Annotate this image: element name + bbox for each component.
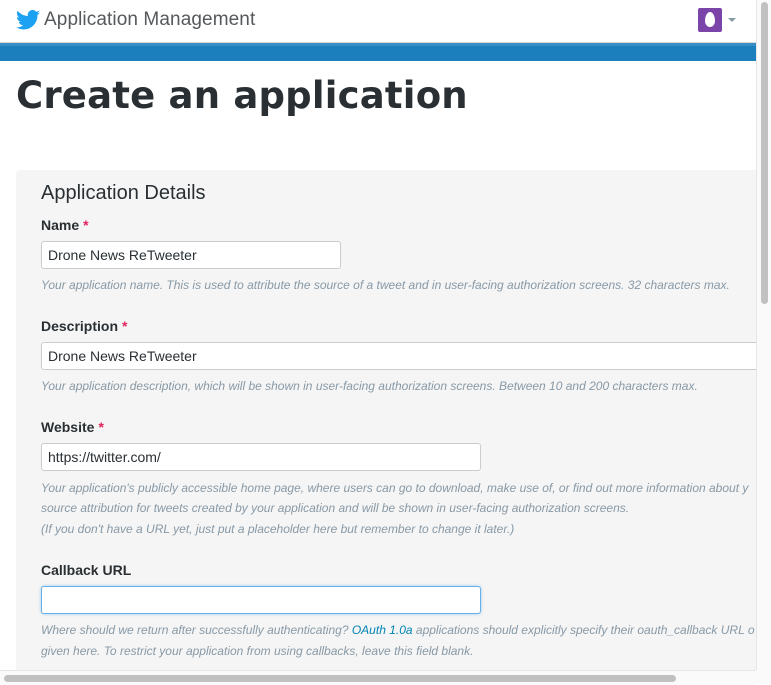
caret-down-icon[interactable] [728,18,736,22]
website-help-line-1: Your application's publicly accessible h… [41,481,749,495]
vertical-scrollbar[interactable] [756,0,771,670]
required-marker: * [122,318,128,334]
description-input[interactable] [41,342,756,370]
required-marker: * [83,217,89,233]
required-marker: * [98,419,104,435]
callback-help-suffix: applications should explicitly specify t… [415,623,755,637]
oauth-link[interactable]: OAuth 1.0a [352,623,413,637]
name-input[interactable] [41,241,341,269]
egg-shape [705,12,715,27]
callback-url-label: Callback URL [41,562,131,578]
description-help-text: Your application description, which will… [41,379,698,393]
callback-help-line-1: Where should we return after successfull… [41,621,755,639]
top-navigation-bar: Application Management [0,0,756,43]
name-help-text: Your application name. This is used to a… [41,278,730,292]
name-label-text: Name [41,217,80,233]
horizontal-scrollbar[interactable] [0,670,756,685]
scrollbar-corner [756,670,771,684]
callback-help-prefix: Where should we return after successfull… [41,623,349,637]
egg-avatar-icon[interactable] [698,8,722,32]
horizontal-scrollbar-thumb[interactable] [4,675,676,682]
callback-help-line-2: given here. To restrict your application… [41,644,474,658]
website-input[interactable] [41,443,481,471]
header-accent-bar [0,43,756,61]
app-title[interactable]: Application Management [44,9,255,31]
website-help-line-2: source attribution for tweets created by… [41,501,630,515]
section-title: Application Details [41,182,206,204]
description-label-text: Description [41,318,119,334]
name-label: Name * [41,217,89,233]
callback-url-input[interactable] [41,586,481,614]
callback-url-label-text: Callback URL [41,562,132,578]
twitter-bird-icon[interactable] [16,10,40,30]
vertical-scrollbar-thumb[interactable] [761,2,768,304]
website-label: Website * [41,419,104,435]
website-label-text: Website [41,419,95,435]
application-details-form: Application Details Name* Your applicati… [16,170,756,670]
description-label: Description * [41,318,127,334]
page-title: Create an application [16,74,468,117]
website-help-line-3: (If you don't have a URL yet, just put a… [41,522,515,536]
